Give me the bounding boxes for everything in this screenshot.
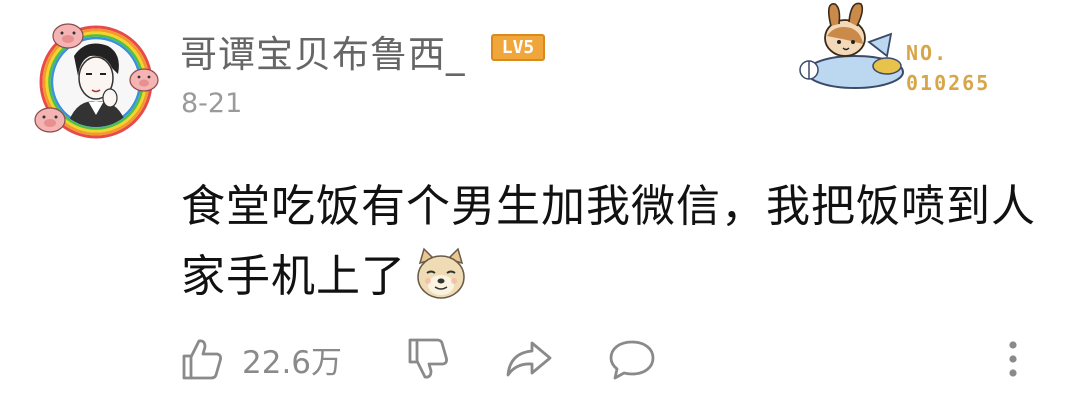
pig-sticker-bottomleft — [34, 107, 66, 133]
like-button[interactable]: 22.6万 — [180, 336, 342, 382]
dislike-button[interactable] — [406, 336, 450, 382]
username[interactable]: 哥谭宝贝布鲁西_ — [180, 24, 466, 78]
share-icon — [506, 341, 552, 377]
post-date: 8-21 — [181, 88, 243, 119]
avatar-image — [34, 23, 159, 139]
fan-number-line2: 010265 — [906, 71, 991, 95]
more-vertical-icon — [1009, 341, 1017, 377]
share-button[interactable] — [504, 336, 554, 382]
thumbs-down-icon — [408, 338, 448, 379]
like-count: 22.6万 — [242, 344, 343, 381]
pig-sticker-right — [129, 68, 159, 92]
fan-number-badge: NO. 010265 — [906, 38, 990, 98]
bunny-airplane-icon — [795, 0, 910, 100]
more-options-button[interactable] — [998, 336, 1028, 382]
comment-body: 食堂吃饭有个男生加我微信，我把饭喷到人家手机上了 — [181, 172, 1051, 312]
thumbs-up-icon — [182, 339, 222, 380]
avatar[interactable] — [26, 16, 166, 141]
comment-bubble-icon — [609, 340, 655, 380]
fan-number-line1: NO. — [906, 41, 949, 65]
pig-sticker-topleft — [52, 23, 84, 49]
comment-text: 食堂吃饭有个男生加我微信，我把饭喷到人家手机上了 — [181, 181, 1036, 302]
comment-button[interactable] — [608, 336, 656, 382]
doge-icon — [414, 247, 468, 301]
level-badge: LV5 — [491, 34, 545, 61]
